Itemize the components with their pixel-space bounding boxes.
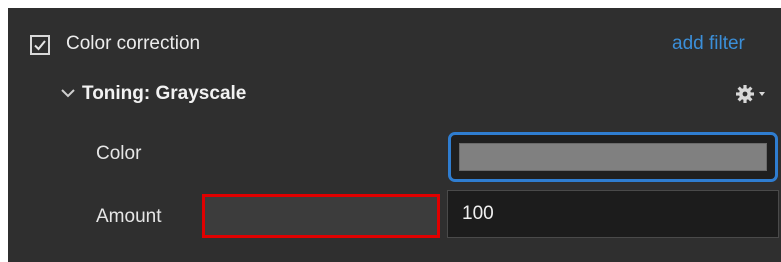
color-correction-label: Color correction: [66, 33, 201, 54]
color-picker-field[interactable]: [448, 132, 778, 182]
color-label: Color: [96, 143, 142, 164]
add-filter-link[interactable]: add filter: [672, 32, 745, 56]
chevron-down-icon[interactable]: [60, 87, 76, 99]
amount-slider[interactable]: [202, 194, 440, 238]
dropdown-caret-icon: [759, 92, 765, 96]
amount-label: Amount: [96, 206, 162, 227]
checkmark-icon: [34, 40, 46, 51]
amount-input[interactable]: 100: [447, 190, 779, 238]
color-swatch: [459, 143, 767, 171]
toning-section-title[interactable]: Toning: Grayscale: [82, 82, 246, 106]
gear-icon[interactable]: [735, 83, 769, 105]
filter-panel: Color correction add filter Toning: Gray…: [8, 8, 781, 262]
color-correction-checkbox[interactable]: [30, 35, 50, 55]
